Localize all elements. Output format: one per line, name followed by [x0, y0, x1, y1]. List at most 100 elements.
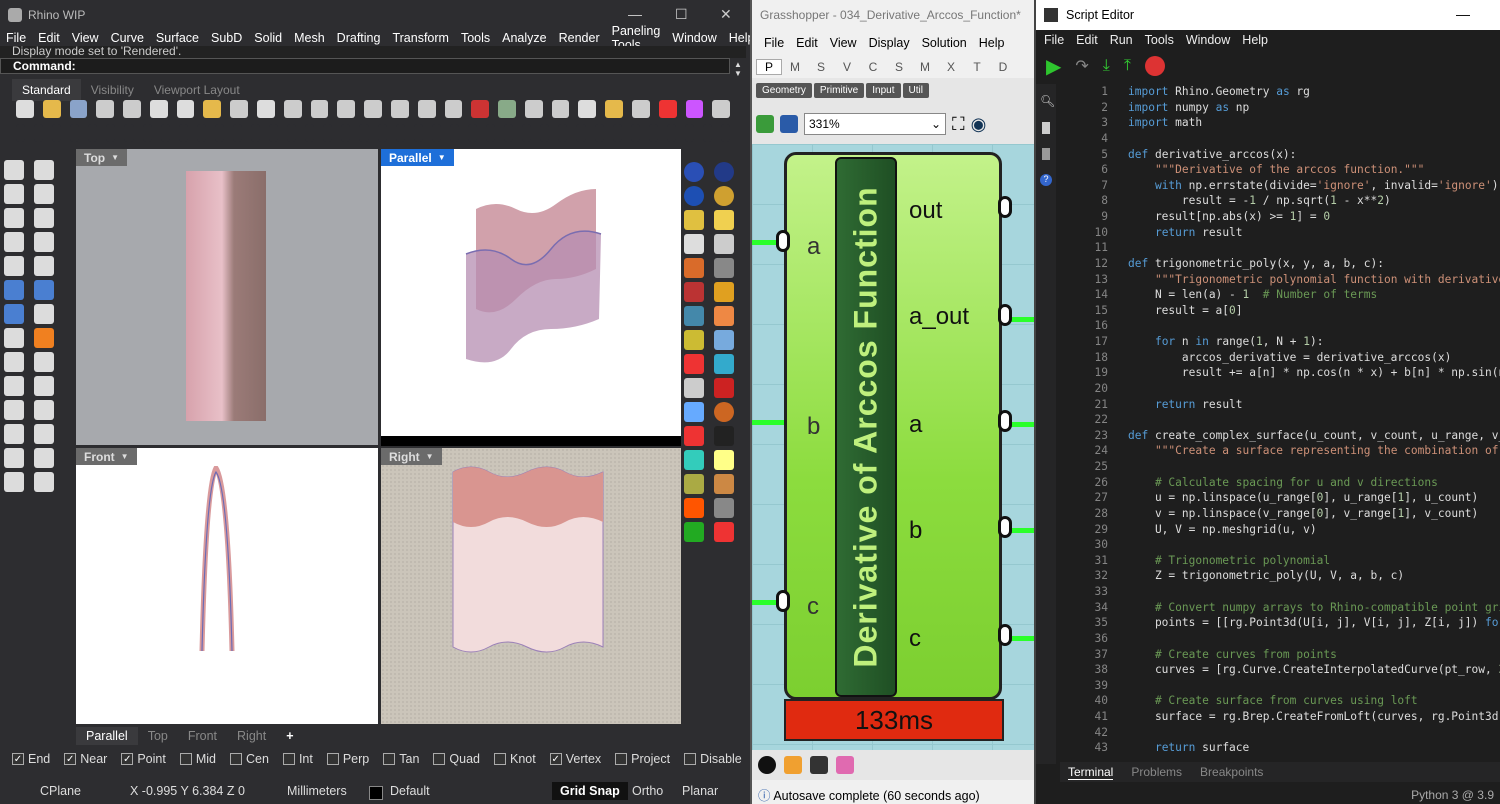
- planar-toggle[interactable]: Planar: [682, 784, 718, 798]
- code-line[interactable]: 24 """Create a surface representing the …: [1060, 443, 1500, 459]
- snapshot-icon[interactable]: [684, 306, 704, 326]
- view-tab-add[interactable]: +: [276, 727, 303, 745]
- units-label[interactable]: Millimeters: [287, 784, 347, 798]
- code-line[interactable]: 7 with np.errstate(divide='ignore', inva…: [1060, 178, 1500, 194]
- gh-menu-file[interactable]: File: [758, 36, 790, 50]
- osnap-perp[interactable]: Perp: [326, 752, 369, 766]
- mirror-icon[interactable]: [4, 376, 24, 396]
- se-tab-terminal[interactable]: Terminal: [1068, 765, 1114, 780]
- sun-icon[interactable]: [684, 234, 704, 254]
- film-icon[interactable]: [714, 498, 734, 518]
- gh-tab-m-6[interactable]: M: [912, 60, 938, 74]
- rectangle-icon[interactable]: [4, 232, 24, 252]
- minimize-icon[interactable]: —: [628, 6, 642, 22]
- step-into-icon[interactable]: ⤓: [1103, 57, 1110, 75]
- output-out-label[interactable]: out: [909, 197, 942, 225]
- code-line[interactable]: 18 arccos_derivative = derivative_arccos…: [1060, 350, 1500, 366]
- zoom-select[interactable]: 331% ⌄: [804, 113, 946, 135]
- open-icon[interactable]: [42, 100, 61, 118]
- menu-item-window[interactable]: Window: [666, 31, 722, 45]
- copy-icon[interactable]: [176, 100, 195, 118]
- menu-item-tools[interactable]: Tools: [455, 31, 496, 45]
- lights-icon[interactable]: [578, 100, 597, 118]
- code-line[interactable]: 6 """Derivative of the arccos function."…: [1060, 162, 1500, 178]
- checkbox-icon[interactable]: [326, 753, 339, 765]
- polygon-icon[interactable]: [34, 232, 54, 252]
- preview-eye-icon[interactable]: ◉: [971, 114, 987, 135]
- chevron-down-icon[interactable]: ▼: [426, 452, 434, 461]
- mesh-icon[interactable]: [714, 330, 734, 350]
- rotate-view-icon[interactable]: [283, 100, 302, 118]
- cluster-icon[interactable]: [810, 756, 828, 774]
- checkbox-icon[interactable]: [615, 753, 628, 765]
- environment-icon[interactable]: [714, 186, 734, 206]
- cyan-cube-icon[interactable]: [714, 354, 734, 374]
- code-line[interactable]: 11: [1060, 240, 1500, 256]
- shaded-icon[interactable]: [471, 100, 490, 118]
- camera-icon[interactable]: [714, 234, 734, 254]
- cplane-label[interactable]: CPlane: [40, 784, 81, 798]
- new-file-icon[interactable]: [16, 100, 34, 118]
- osnap-point[interactable]: ✓ Point: [121, 752, 166, 766]
- view-tab-front[interactable]: Front: [178, 727, 227, 745]
- toolbar-tab-standard[interactable]: Standard: [12, 79, 81, 101]
- zoom-window-icon[interactable]: [337, 100, 356, 118]
- four-view-icon[interactable]: [444, 100, 463, 118]
- code-line[interactable]: 23 def create_complex_surface(u_count, v_…: [1060, 428, 1500, 444]
- osnap-int[interactable]: Int: [282, 752, 313, 766]
- light-icon[interactable]: [684, 210, 704, 230]
- boolean-icon[interactable]: [4, 328, 24, 348]
- gh-tab-c-4[interactable]: C: [860, 60, 886, 74]
- move-icon[interactable]: [4, 352, 24, 372]
- zoom-selected-icon[interactable]: [390, 100, 409, 118]
- input-a-label[interactable]: a: [807, 233, 820, 261]
- code-line[interactable]: 31 # Trigonometric polynomial: [1060, 553, 1500, 569]
- osnap-project[interactable]: Project: [615, 752, 670, 766]
- checker-icon[interactable]: [714, 426, 734, 446]
- code-line[interactable]: 12 def trigonometric_poly(x, y, a, b, c):: [1060, 256, 1500, 272]
- close-icon[interactable]: ✕: [720, 6, 732, 23]
- render-icon[interactable]: [498, 100, 516, 118]
- layer-color-swatch[interactable]: [369, 786, 383, 800]
- document-icon[interactable]: [1042, 148, 1050, 160]
- output-grip-a[interactable]: [998, 410, 1012, 432]
- zoom-extents-icon[interactable]: [364, 100, 382, 118]
- plane-icon[interactable]: [34, 304, 54, 324]
- code-line[interactable]: 16: [1060, 318, 1500, 334]
- output-grip-b[interactable]: [998, 516, 1012, 538]
- color-wheel-icon[interactable]: [685, 100, 704, 118]
- ellipse-icon[interactable]: [4, 256, 24, 276]
- input-c-label[interactable]: c: [807, 593, 819, 621]
- code-line[interactable]: 4: [1060, 131, 1500, 147]
- se-menu-run[interactable]: Run: [1104, 33, 1139, 47]
- code-line[interactable]: 20: [1060, 381, 1500, 397]
- code-line[interactable]: 41 surface = rg.Brep.CreateFromLoft(curv…: [1060, 709, 1500, 725]
- code-line[interactable]: 26 # Calculate spacing for u and v direc…: [1060, 475, 1500, 491]
- code-line[interactable]: 38 curves = [rg.Curve.CreateInterpolated…: [1060, 662, 1500, 678]
- viewport-front-label[interactable]: Front ▼: [76, 448, 137, 465]
- box-icon[interactable]: [4, 280, 24, 300]
- output-grip-c[interactable]: [998, 624, 1012, 646]
- text-icon[interactable]: [4, 400, 24, 420]
- code-line[interactable]: 35 points = [[rg.Point3d(U[i, j], V[i, j…: [1060, 615, 1500, 631]
- gh-menu-view[interactable]: View: [824, 36, 863, 50]
- gh-menu-edit[interactable]: Edit: [790, 36, 824, 50]
- wire-icon[interactable]: [684, 330, 704, 350]
- gradient-icon[interactable]: [714, 474, 734, 494]
- zoom-extents-icon[interactable]: ⛶: [952, 114, 965, 135]
- osnap-cen[interactable]: Cen: [230, 752, 269, 766]
- play-icon[interactable]: [684, 522, 704, 542]
- help-icon[interactable]: ?: [1040, 174, 1052, 186]
- menu-item-render[interactable]: Render: [553, 31, 606, 45]
- gh-menu-help[interactable]: Help: [973, 36, 1011, 50]
- viewport-top-label[interactable]: Top ▼: [76, 149, 128, 166]
- code-line[interactable]: 8 result = -1 / np.sqrt(1 - x**2): [1060, 193, 1500, 209]
- chevron-down-icon[interactable]: ▼: [121, 452, 129, 461]
- output-c-label[interactable]: c: [909, 625, 921, 653]
- brush-icon[interactable]: [684, 426, 704, 446]
- code-line[interactable]: 36: [1060, 631, 1500, 647]
- se-menu-edit[interactable]: Edit: [1070, 33, 1104, 47]
- menu-item-analyze[interactable]: Analyze: [496, 31, 552, 45]
- code-line[interactable]: 25: [1060, 459, 1500, 475]
- arc-icon[interactable]: [34, 208, 54, 228]
